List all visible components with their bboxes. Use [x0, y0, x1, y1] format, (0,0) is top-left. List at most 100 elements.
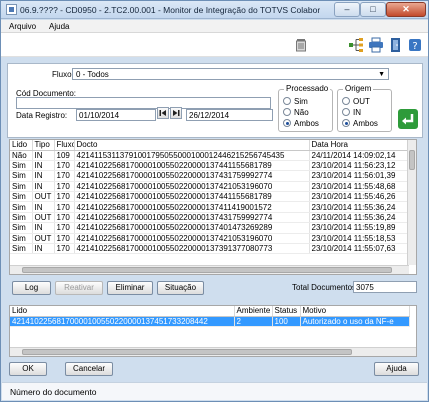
- help-icon[interactable]: ?: [407, 37, 423, 53]
- printer-icon[interactable]: [368, 37, 384, 53]
- ok-button[interactable]: OK: [9, 362, 47, 376]
- table-row[interactable]: Sim OUT 170 4214102256817000010055022000013…: [10, 191, 410, 203]
- origem-title: Origem: [343, 84, 374, 93]
- fluxo-label: Fluxo:: [52, 70, 74, 79]
- title-bar[interactable]: 06.9.???? - CD0950 - 2.TC2.00.001 - Moni…: [1, 1, 428, 19]
- menu-bar: Arquivo Ajuda: [1, 20, 428, 33]
- document-cell: 170: [54, 160, 75, 172]
- table-row[interactable]: Sim OUT 170 4214102256817000010055022000013…: [10, 212, 410, 224]
- origem-ambos-radio[interactable]: Ambos: [342, 119, 378, 128]
- document-cell: 4214102256817000010055022000013740147326…: [74, 222, 310, 234]
- table-row[interactable]: Sim IN 170 42141022568170000100550220000137…: [10, 181, 410, 193]
- table-row[interactable]: Sim IN 170 42141022568170000100550220000137…: [10, 222, 410, 234]
- data-fim-input[interactable]: 26/12/2014: [186, 109, 273, 121]
- document-cell: 23/10/2014 11:55:48,68: [309, 181, 410, 193]
- table-row[interactable]: Sim IN 170 42141022568170000100550220000137…: [10, 160, 410, 172]
- col-detail-status[interactable]: Status: [272, 306, 301, 317]
- next-date-button[interactable]: [170, 107, 182, 119]
- col-fluxo[interactable]: Fluxo: [54, 140, 75, 151]
- document-cell: Não: [10, 150, 33, 161]
- document-cell: IN: [32, 201, 55, 213]
- ajuda-button[interactable]: Ajuda: [374, 362, 419, 376]
- processado-sim-radio[interactable]: Sim: [283, 97, 308, 106]
- document-cell: 4214115311379100179505500010001244621525…: [74, 150, 310, 161]
- document-cell: Sim: [10, 243, 33, 255]
- close-button[interactable]: ✕: [386, 2, 426, 17]
- processado-nao-radio[interactable]: Não: [283, 108, 309, 117]
- refresh-icon[interactable]: [397, 108, 419, 130]
- col-data-hora[interactable]: Data Hora: [309, 140, 410, 151]
- document-cell: 23/10/2014 11:55:19,89: [309, 222, 410, 234]
- detail-horizontal-scrollbar[interactable]: [10, 347, 416, 356]
- document-cell: 23/10/2014 11:55:18,53: [309, 233, 410, 245]
- total-documentos-value: 3075: [353, 281, 417, 293]
- svg-text:?: ?: [412, 41, 417, 52]
- col-docto[interactable]: Docto: [74, 140, 310, 151]
- col-lido[interactable]: Lido: [10, 140, 33, 151]
- total-documentos-label: Total Documentos:: [292, 283, 359, 292]
- status-bar: Número do documento: [2, 382, 427, 400]
- document-cell: Sim: [10, 191, 33, 203]
- col-tipo[interactable]: Tipo: [32, 140, 55, 151]
- processado-ambos-radio[interactable]: Ambos: [283, 119, 319, 128]
- fluxo-select[interactable]: 0 - Todos ▼: [72, 68, 389, 80]
- table-row[interactable]: Sim IN 170 42141022568170000100550220000137…: [10, 201, 410, 213]
- log-button[interactable]: Log: [12, 281, 51, 295]
- table-row[interactable]: Sim IN 170 42141022568170000100550220000137…: [10, 243, 410, 255]
- previous-date-button[interactable]: [157, 107, 169, 119]
- grid-vertical-scrollbar[interactable]: [407, 140, 416, 265]
- table-row[interactable]: Sim OUT 170 4214102256817000010055022000013…: [10, 233, 410, 245]
- minimize-button[interactable]: –: [334, 2, 360, 17]
- maximize-button[interactable]: □: [360, 2, 386, 17]
- data-inicio-input[interactable]: 01/10/2014: [76, 109, 156, 121]
- document-cell: 4214102256817000010055022000013744115568…: [74, 191, 310, 203]
- col-detail-motivo[interactable]: Motivo: [300, 306, 410, 317]
- menu-arquivo[interactable]: Arquivo: [9, 22, 36, 31]
- document-cell: 4214102256817000010055022000013741141900…: [74, 201, 310, 213]
- eliminar-button[interactable]: Eliminar: [107, 281, 153, 295]
- menu-ajuda[interactable]: Ajuda: [49, 22, 69, 31]
- document-cell: IN: [32, 170, 55, 182]
- document-cell: 170: [54, 201, 75, 213]
- document-cell: 170: [54, 181, 75, 193]
- document-cell: OUT: [32, 233, 55, 245]
- document-cell: 4214102256817000010055022000013743175999…: [74, 170, 310, 182]
- exit-door-icon[interactable]: [388, 37, 404, 53]
- col-detail-ambiente[interactable]: Ambiente: [234, 306, 273, 317]
- document-cell: IN: [32, 160, 55, 172]
- detail-row[interactable]: 4214102256817000010055022000013745173320…: [10, 316, 410, 327]
- reativar-button[interactable]: Reativar: [55, 281, 103, 295]
- document-cell: OUT: [32, 212, 55, 224]
- situacao-button[interactable]: Situação: [157, 281, 204, 295]
- trash-icon[interactable]: [293, 37, 309, 53]
- document-cell: 23/10/2014 11:55:36,24: [309, 201, 410, 213]
- document-cell: 170: [54, 191, 75, 203]
- document-cell: 170: [54, 233, 75, 245]
- chevron-down-icon: ▼: [378, 71, 385, 78]
- detail-table: Lido Ambiente Status Motivo 421410225681…: [10, 306, 410, 327]
- cod-documento-input[interactable]: [16, 97, 271, 109]
- document-cell: Sim: [10, 201, 33, 213]
- document-cell: 4214102256817000010055022000013742105319…: [74, 181, 310, 193]
- table-row[interactable]: Sim IN 170 42141022568170000100550220000137…: [10, 170, 410, 182]
- col-detail-lido[interactable]: Lido: [10, 306, 235, 317]
- detail-cell: 2: [234, 316, 273, 327]
- document-cell: 170: [54, 243, 75, 255]
- origem-out-radio[interactable]: OUT: [342, 97, 370, 106]
- document-cell: 23/10/2014 11:55:07,63: [309, 243, 410, 255]
- document-cell: Sim: [10, 160, 33, 172]
- origem-in-radio[interactable]: IN: [342, 108, 361, 117]
- cancelar-button[interactable]: Cancelar: [65, 362, 113, 376]
- status-text: Número do documento: [10, 387, 97, 397]
- document-cell: 23/10/2014 11:55:36,24: [309, 212, 410, 224]
- toolbar: ?: [1, 33, 428, 57]
- detail-cell: 100: [272, 316, 301, 327]
- detail-cell: Autorizado o uso da NF-e: [300, 316, 410, 327]
- document-cell: 4214102256817000010055022000013743175999…: [74, 212, 310, 224]
- tree-structure-icon[interactable]: [348, 37, 364, 53]
- table-row[interactable]: Não IN 109 42141153113791001795055000100012…: [10, 150, 410, 161]
- grid-horizontal-scrollbar[interactable]: [10, 265, 409, 274]
- origem-group: Origem OUT IN Ambos: [337, 84, 392, 132]
- window-title: 06.9.???? - CD0950 - 2.TC2.00.001 - Moni…: [20, 5, 320, 15]
- data-registro-label: Data Registro:: [16, 111, 68, 120]
